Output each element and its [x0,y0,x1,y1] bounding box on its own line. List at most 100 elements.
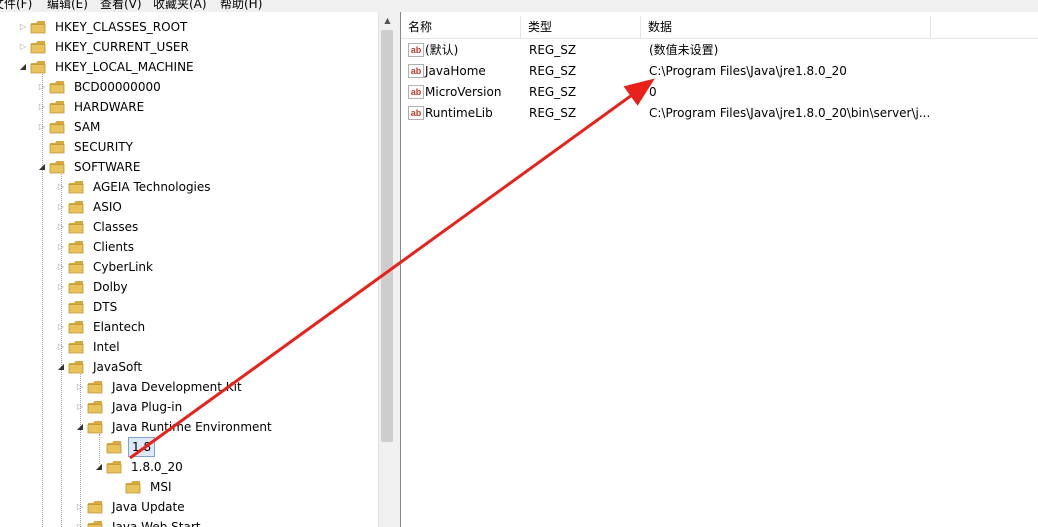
tree-item[interactable]: ▷ Intel [56,337,386,357]
folder-icon [30,20,46,34]
collapse-arrow-icon[interactable]: ◢ [37,161,47,173]
scroll-up-arrow-icon[interactable]: ▲ [379,12,396,29]
tree-item[interactable]: ▷ AGEIA Technologies [56,177,386,197]
folder-icon [68,280,84,294]
tree-item[interactable]: ◢ 1.8.0_20 [94,457,395,477]
tree-item[interactable]: ▷ HARDWARE [37,97,367,117]
menu-file[interactable]: 文件(F) [0,0,32,12]
folder-icon [49,80,65,94]
expand-arrow-icon[interactable]: ▷ [56,261,66,273]
expand-arrow-icon[interactable]: ▷ [56,321,66,333]
tree-item[interactable]: ▷ HKEY_CLASSES_ROOT [18,17,348,37]
expand-arrow-icon[interactable]: ▷ [75,381,85,393]
tree-item[interactable]: ▷ Java Web Start [75,517,395,527]
tree-item-label: Dolby [93,280,128,294]
no-expander [56,301,66,313]
expand-arrow-icon[interactable]: ▷ [75,401,85,413]
tree-item[interactable]: ▷ Classes [56,217,386,237]
collapse-arrow-icon[interactable]: ◢ [75,421,85,433]
expand-arrow-icon[interactable]: ▷ [56,201,66,213]
column-header-data[interactable]: 数据 [641,16,931,38]
menu-favorites[interactable]: 收藏夹(A) [153,0,207,12]
collapse-arrow-icon[interactable]: ◢ [18,61,28,73]
tree-item[interactable]: ▷ SAM [37,117,367,137]
expand-arrow-icon[interactable]: ▷ [56,181,66,193]
scroll-thumb[interactable] [381,30,393,442]
value-row[interactable]: ab RuntimeLib REG_SZ C:\Program Files\Java\… [401,103,1038,124]
tree-scrollbar[interactable]: ▲ [378,12,396,527]
folder-icon [125,480,141,494]
value-row[interactable]: ab (默认) REG_SZ (数值未设置) [401,40,1038,61]
folder-icon [68,240,84,254]
expand-arrow-icon[interactable]: ▷ [56,241,66,253]
folder-icon [87,400,103,414]
tree-item[interactable]: ▷ BCD00000000 [37,77,367,97]
collapse-arrow-icon[interactable]: ◢ [56,361,66,373]
tree-item-label: Classes [93,220,139,234]
folder-icon [68,180,84,194]
expand-arrow-icon[interactable]: ▷ [56,281,66,293]
expand-arrow-icon[interactable]: ▷ [37,101,47,113]
list-header: 名称 类型 数据 [401,16,1038,39]
folder-icon [30,40,46,54]
tree-item[interactable]: 1.8 [94,437,395,457]
expand-arrow-icon[interactable]: ▷ [75,501,85,513]
expand-arrow-icon[interactable]: ▷ [37,81,47,93]
value-type: REG_SZ [529,85,577,99]
expand-arrow-icon[interactable]: ▷ [56,341,66,353]
tree-item[interactable]: ▷ Elantech [56,317,386,337]
value-type: REG_SZ [529,106,577,120]
tree-item[interactable]: ◢ SOFTWARE [37,157,367,177]
tree-item-label: Clients [93,240,134,254]
tree-item-label: CyberLink [93,260,153,274]
value-data: C:\Program Files\Java\jre1.8.0_20 [649,64,847,78]
menu-help[interactable]: 帮助(H) [220,0,262,12]
tree-item[interactable]: MSI [113,477,395,497]
tree-item-label: JavaSoft [93,360,143,374]
folder-icon [49,160,65,174]
tree-item[interactable]: ▷ Dolby [56,277,386,297]
column-header-name[interactable]: 名称 [401,16,521,38]
menu-view[interactable]: 查看(V) [100,0,142,12]
tree-item-label: HARDWARE [74,100,145,114]
tree-item[interactable]: ▷ Clients [56,237,386,257]
tree-item-label: Java Update [112,500,185,514]
tree-item[interactable]: ▷ Java Plug-in [75,397,395,417]
folder-icon [68,260,84,274]
tree-item[interactable]: ▷ CyberLink [56,257,386,277]
folder-icon [68,200,84,214]
tree-item[interactable]: ▷ Java Development Kit [75,377,395,397]
tree-item-label: SOFTWARE [74,160,141,174]
tree-item-label: Java Runtime Environment [112,420,272,434]
value-row[interactable]: ab MicroVersion REG_SZ 0 [401,82,1038,103]
tree-item-label: HKEY_LOCAL_MACHINE [55,60,194,74]
expand-arrow-icon[interactable]: ▷ [37,121,47,133]
no-expander [113,481,123,493]
tree-item-label: BCD00000000 [74,80,161,94]
folder-icon [68,300,84,314]
tree-item[interactable]: ◢ JavaSoft [56,357,386,377]
tree-item[interactable]: ◢ Java Runtime Environment [75,417,395,437]
expand-arrow-icon[interactable]: ▷ [75,521,85,527]
column-header-type[interactable]: 类型 [521,16,641,38]
tree-item[interactable]: ◢ HKEY_LOCAL_MACHINE [18,57,348,77]
tree-item[interactable]: ▷ Java Update [75,497,395,517]
tree-item[interactable]: ▷ ASIO [56,197,386,217]
value-row[interactable]: ab JavaHome REG_SZ C:\Program Files\Java\jr… [401,61,1038,82]
tree-item-label: Java Web Start [112,520,201,527]
tree-item-label: Java Plug-in [112,400,183,414]
folder-icon [87,380,103,394]
expand-arrow-icon[interactable]: ▷ [56,221,66,233]
tree-item-label: Java Development Kit [112,380,242,394]
tree-item[interactable]: DTS [56,297,386,317]
collapse-arrow-icon[interactable]: ◢ [94,461,104,473]
menu-edit[interactable]: 编辑(E) [47,0,88,12]
tree-item[interactable]: SECURITY [37,137,367,157]
tree-item-label: 1.8.0_20 [131,460,183,474]
expand-arrow-icon[interactable]: ▷ [18,21,28,33]
folder-icon [49,120,65,134]
expand-arrow-icon[interactable]: ▷ [18,41,28,53]
tree-item[interactable]: ▷ HKEY_CURRENT_USER [18,37,348,57]
folder-icon [68,360,84,374]
tree-item-label: AGEIA Technologies [93,180,211,194]
